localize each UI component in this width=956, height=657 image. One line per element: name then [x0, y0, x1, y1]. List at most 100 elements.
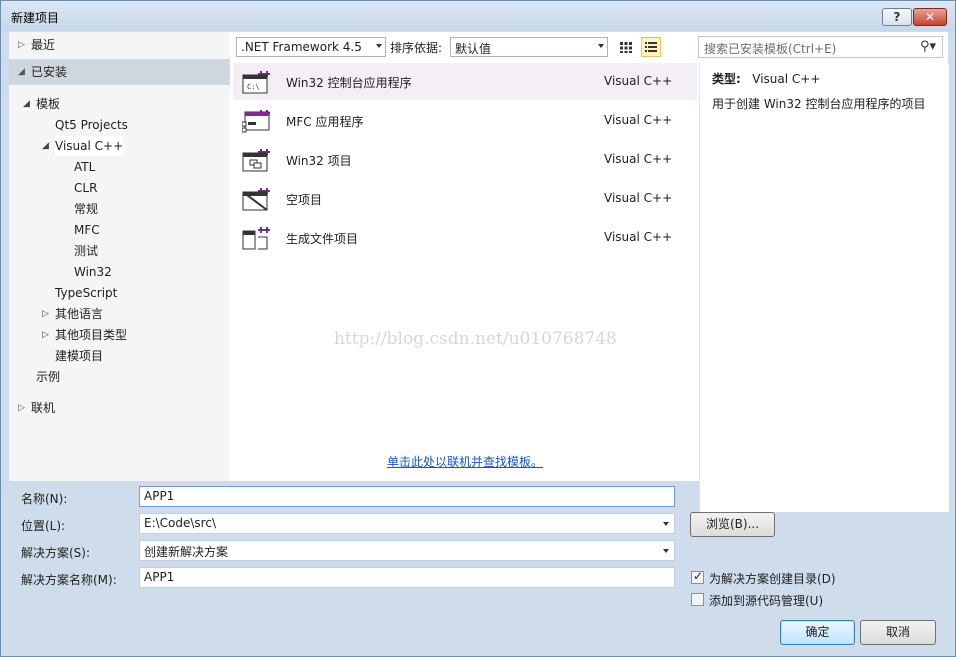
- template-row[interactable]: Win32 项目 Visual C++: [233, 141, 697, 178]
- cancel-button[interactable]: 取消: [860, 620, 936, 645]
- makefile-project-icon: [242, 227, 270, 250]
- tree-item[interactable]: 测试: [74, 241, 98, 261]
- tree-item-label: Win32: [74, 265, 112, 279]
- expand-arrow-icon[interactable]: ▷: [42, 304, 49, 324]
- nav-installed-label: 已安装: [31, 65, 68, 79]
- tree-item-label: 模板: [36, 97, 61, 111]
- dialog-content: ▷ 最近 ◢ 已安装 ◢ 模板 Qt5 Projects ◢ Visual C++ ATL…: [9, 32, 949, 512]
- solution-select[interactable]: 创建新解决方案: [139, 540, 675, 561]
- tree-item-label: CLR: [74, 181, 98, 195]
- framework-select[interactable]: .NET Framework 4.5: [236, 37, 386, 57]
- empty-project-icon: [242, 188, 270, 211]
- location-combobox[interactable]: E:\Code\src\: [139, 513, 675, 534]
- solution-name-input[interactable]: APP1: [139, 567, 675, 588]
- solution-label: 解决方案(S):: [21, 546, 91, 560]
- name-value: APP1: [144, 489, 175, 503]
- tree-item[interactable]: ◢ 模板: [23, 94, 61, 114]
- template-row[interactable]: C:\ Win32 控制台应用程序 Visual C++: [233, 63, 697, 100]
- add-source-control-label[interactable]: 添加到源代码管理(U): [709, 592, 823, 609]
- close-button[interactable]: ✕: [913, 8, 947, 26]
- solution-value: 创建新解决方案: [144, 545, 229, 559]
- template-language: Visual C++: [604, 113, 673, 127]
- tree-item[interactable]: Qt5 Projects: [55, 115, 128, 135]
- name-label: 名称(N):: [21, 492, 68, 506]
- window-title: 新建项目: [11, 11, 60, 25]
- collapse-arrow-icon: ◢: [18, 67, 25, 77]
- nav-online[interactable]: ▷ 联机: [9, 395, 230, 421]
- title-bar[interactable]: 新建项目 ? ✕: [1, 1, 955, 31]
- tree-item[interactable]: MFC: [74, 220, 100, 240]
- tree-item[interactable]: ◢ Visual C++: [42, 136, 124, 156]
- tree-item[interactable]: TypeScript: [55, 283, 117, 303]
- sort-value: 默认值: [455, 42, 492, 56]
- chevron-down-icon: [376, 44, 382, 48]
- tree-item[interactable]: Win32: [74, 262, 112, 282]
- collapse-arrow-icon[interactable]: ◢: [42, 136, 49, 156]
- tree-item[interactable]: ▷ 其他项目类型: [42, 325, 128, 345]
- details-view-button[interactable]: [641, 37, 661, 57]
- collapse-arrow-icon[interactable]: ◢: [23, 94, 30, 114]
- find-online-templates-link[interactable]: 单击此处以联机并查找模板。: [387, 453, 543, 470]
- expand-arrow-icon: ▷: [18, 40, 25, 50]
- tree-item[interactable]: CLR: [74, 178, 97, 198]
- browse-button[interactable]: 浏览(B)...: [690, 512, 775, 537]
- nav-online-label: 联机: [31, 401, 56, 415]
- small-icons-view-button[interactable]: [616, 37, 636, 57]
- expand-arrow-icon[interactable]: ▷: [42, 325, 49, 345]
- template-nav: ▷ 最近 ◢ 已安装 ◢ 模板 Qt5 Projects ◢ Visual C++ ATL…: [9, 32, 230, 481]
- search-placeholder: 搜索已安装模板(Ctrl+E): [704, 42, 837, 56]
- win32-project-icon: [242, 149, 270, 172]
- solution-name-value: APP1: [144, 570, 175, 584]
- template-name: MFC 应用程序: [286, 115, 364, 129]
- expand-arrow-icon: ▷: [18, 403, 25, 413]
- location-label: 位置(L):: [21, 519, 66, 533]
- create-directory-label[interactable]: 为解决方案创建目录(D): [709, 570, 836, 587]
- tree-item-label: 示例: [36, 370, 61, 384]
- framework-value: .NET Framework 4.5: [241, 40, 362, 54]
- template-language: Visual C++: [604, 152, 673, 166]
- nav-recent[interactable]: ▷ 最近: [9, 32, 230, 58]
- template-language: Visual C++: [604, 230, 673, 244]
- chevron-down-icon: [663, 522, 669, 526]
- nav-installed[interactable]: ◢ 已安装: [9, 59, 230, 85]
- ok-button[interactable]: 确定: [780, 620, 855, 645]
- tree-item-label: 测试: [74, 244, 99, 258]
- search-icon[interactable]: ⚲▾: [920, 39, 936, 54]
- mfc-app-icon: [242, 110, 270, 133]
- tree-item-label: 其他语言: [55, 307, 104, 321]
- type-label: 类型:: [712, 72, 741, 86]
- create-directory-checkbox[interactable]: ✓: [691, 569, 704, 584]
- chevron-down-icon: [663, 549, 669, 553]
- tree-item-label: Visual C++: [55, 139, 124, 153]
- location-value: E:\Code\src\: [144, 516, 216, 530]
- name-input[interactable]: APP1: [139, 486, 675, 507]
- solution-name-label: 解决方案名称(M):: [21, 573, 117, 587]
- template-row[interactable]: MFC 应用程序 Visual C++: [233, 102, 697, 139]
- svg-text:C:\: C:\: [247, 83, 260, 91]
- tree-item-label: 其他项目类型: [55, 328, 128, 342]
- tree-item[interactable]: ▷ 其他语言: [42, 304, 104, 324]
- template-description: 用于创建 Win32 控制台应用程序的项目: [712, 97, 926, 111]
- tree-item-label: ATL: [74, 160, 96, 174]
- tree-item[interactable]: ATL: [74, 157, 95, 177]
- tree-item-label: 建模项目: [55, 349, 104, 363]
- tree-item[interactable]: 建模项目: [55, 346, 103, 366]
- new-project-dialog: 新建项目 ? ✕ ▷ 最近 ◢ 已安装 ◢ 模板 Qt5 Projects ◢ Visu…: [0, 0, 956, 657]
- tree-item[interactable]: 常规: [74, 199, 98, 219]
- nav-recent-label: 最近: [31, 38, 56, 52]
- help-button[interactable]: ?: [882, 8, 912, 26]
- template-search-input[interactable]: 搜索已安装模板(Ctrl+E) ⚲▾: [698, 36, 943, 58]
- sort-label: 排序依据:: [390, 41, 443, 55]
- template-row[interactable]: 生成文件项目 Visual C++: [233, 219, 697, 256]
- tree-item-label: TypeScript: [55, 286, 118, 300]
- template-details: 类型: Visual C++ 用于创建 Win32 控制台应用程序的项目: [699, 63, 949, 512]
- checkmark-icon: ✓: [693, 569, 704, 583]
- template-name: 空项目: [286, 193, 323, 207]
- sort-select[interactable]: 默认值: [450, 37, 608, 57]
- tree-item[interactable]: 示例: [36, 367, 60, 387]
- add-source-control-checkbox[interactable]: [691, 593, 704, 606]
- list-view-icon: [645, 42, 657, 52]
- template-row[interactable]: 空项目 Visual C++: [233, 180, 697, 217]
- console-app-icon: C:\: [242, 71, 270, 94]
- template-name: Win32 控制台应用程序: [286, 76, 412, 90]
